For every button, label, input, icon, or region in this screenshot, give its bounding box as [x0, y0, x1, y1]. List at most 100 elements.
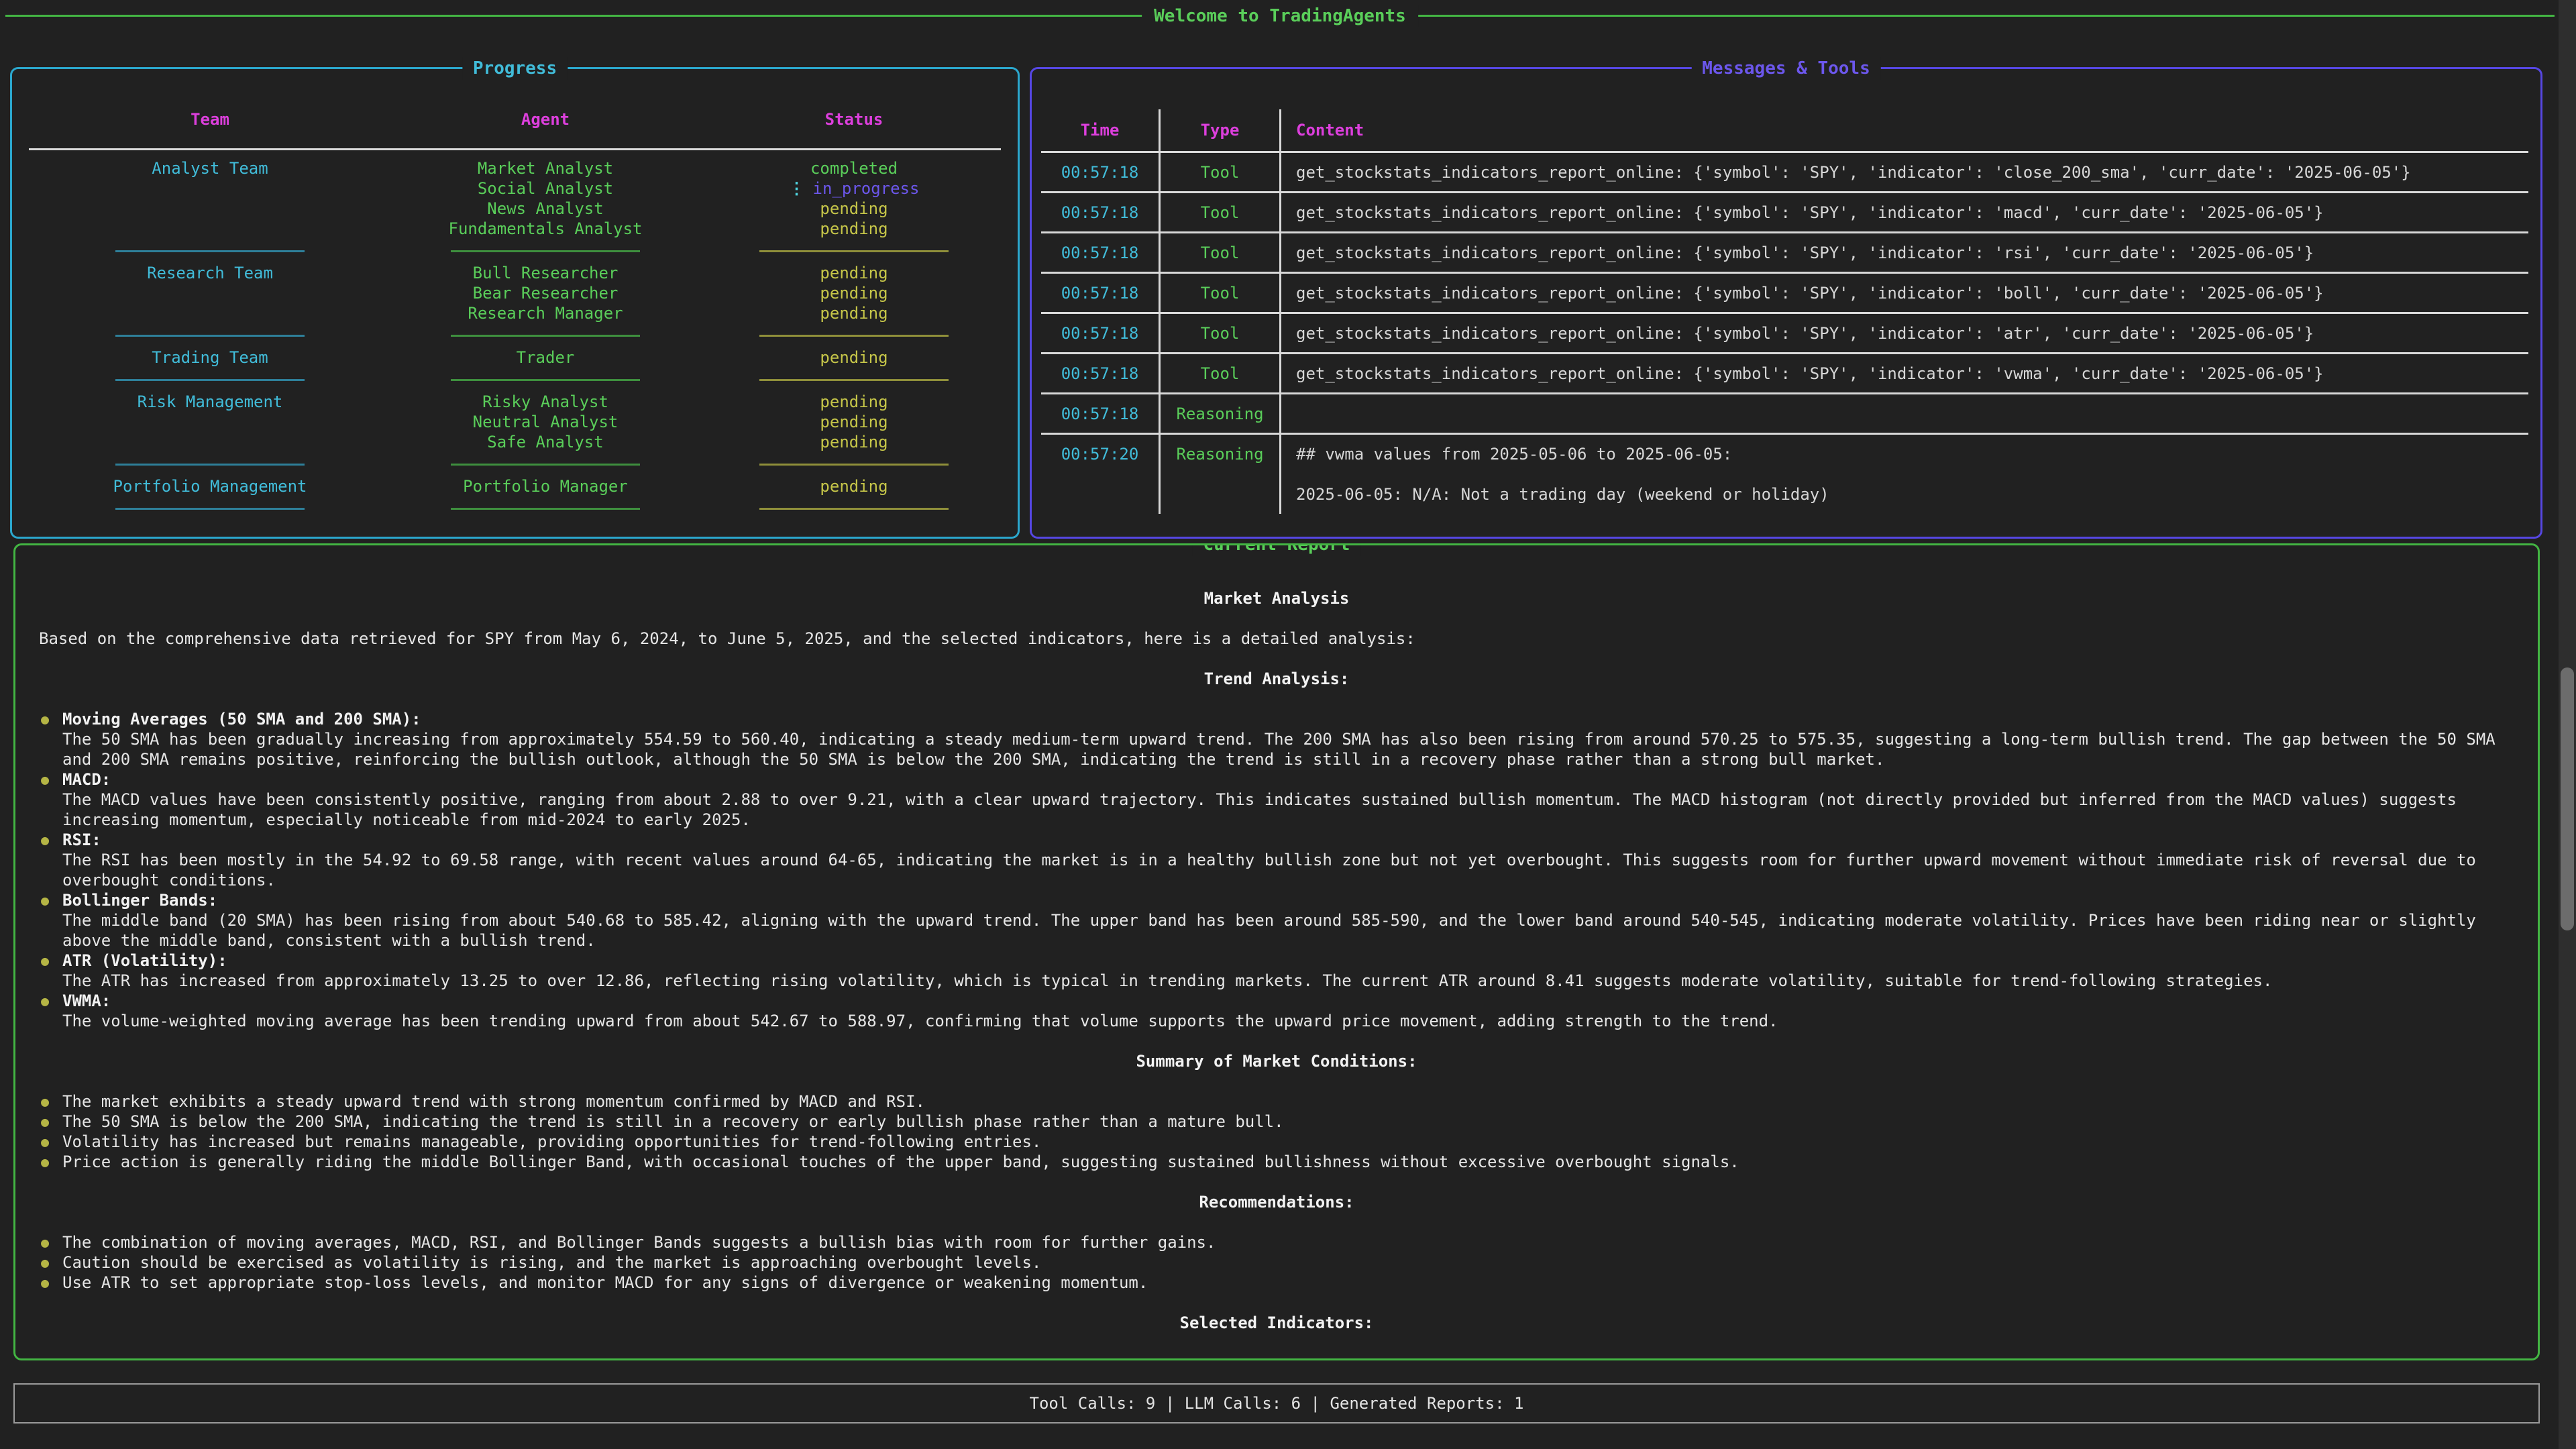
message-row: 00:57:18Toolget_stockstats_indicators_re… — [1041, 153, 2528, 193]
type-cell: Tool — [1161, 274, 1281, 312]
agent-name: Social Analyst — [478, 178, 613, 199]
bullet-text: The volume-weighted moving average has b… — [62, 1011, 2514, 1031]
separator-column — [391, 464, 700, 466]
type-cell: Tool — [1161, 153, 1281, 191]
section-heading: Selected Indicators: — [39, 1313, 2514, 1333]
bullet-text: Volatility has increased but remains man… — [62, 1132, 2514, 1152]
scrollbar-track[interactable] — [2559, 0, 2576, 1449]
bullet-term: MACD: — [62, 769, 2514, 790]
status-badge: pending — [820, 347, 888, 368]
message-row: 00:57:18Toolget_stockstats_indicators_re… — [1041, 274, 2528, 314]
bullet-icon: ● — [41, 769, 49, 790]
agent-name: Safe Analyst — [487, 432, 603, 452]
team-name: Risk Management — [138, 392, 283, 412]
time-value: 00:57:18 — [1061, 203, 1139, 223]
content-cell: get_stockstats_indicators_report_online:… — [1281, 153, 2528, 191]
bullet-text: Use ATR to set appropriate stop-loss lev… — [62, 1273, 2514, 1293]
status-badge: pending — [820, 199, 888, 219]
team-column: Risk Management — [29, 392, 391, 412]
bullet-item: ●The market exhibits a steady upward tre… — [39, 1091, 2514, 1112]
bullet-item: ●Use ATR to set appropriate stop-loss le… — [39, 1273, 2514, 1293]
agent-name: Portfolio Manager — [463, 476, 628, 496]
type-value: Tool — [1201, 364, 1240, 384]
column-header-time: Time — [1081, 120, 1120, 140]
separator-column — [29, 335, 391, 337]
status-badge: pending — [820, 303, 888, 323]
time-value: 00:57:20 — [1061, 444, 1139, 464]
bullet-item: ●Moving Averages (50 SMA and 200 SMA):Th… — [39, 709, 2514, 769]
type-value: Reasoning — [1176, 404, 1263, 424]
status-badge: pending — [820, 432, 888, 452]
team-column: Research Team — [29, 263, 391, 283]
bullet-list: ●The combination of moving averages, MAC… — [39, 1232, 2514, 1293]
bullet-text: Price action is generally riding the mid… — [62, 1152, 2514, 1172]
status-badge: ⋮in_progress — [789, 178, 920, 199]
time-cell: 00:57:18 — [1041, 193, 1161, 231]
status-column: completed⋮in_progresspendingpending — [700, 158, 1008, 239]
report-intro: Based on the comprehensive data retrieve… — [39, 629, 2514, 649]
scrollbar-thumb[interactable] — [2561, 667, 2574, 930]
team-name: Portfolio Management — [113, 476, 307, 496]
type-cell: Tool — [1161, 233, 1281, 272]
agent-column: Market AnalystSocial AnalystNews Analyst… — [391, 158, 700, 239]
progress-table-header: Team Agent Status — [29, 109, 1001, 150]
type-value: Tool — [1201, 243, 1240, 263]
status-label: in_progress — [813, 178, 920, 199]
team-section: Risk ManagementRisky AnalystNeutral Anal… — [29, 392, 1001, 452]
bullet-item: ●Caution should be exercised as volatili… — [39, 1252, 2514, 1273]
separator-line — [451, 335, 640, 337]
progress-table: Team Agent Status Analyst Team Market Ana… — [12, 109, 1018, 521]
time-value: 00:57:18 — [1061, 323, 1139, 343]
status-column: pending — [700, 347, 1008, 368]
message-row: 00:57:20 Reasoning ## vwma values from 202… — [1041, 435, 2528, 514]
bullet-list: ● Moving Averages (50 SMA and 200 SMA): Th… — [39, 709, 2514, 1031]
progress-table-body: Analyst Team Market AnalystSocial Analyst… — [12, 150, 1018, 521]
status-label: completed — [810, 158, 898, 178]
status-badge: pending — [820, 392, 888, 412]
bullet-item: ●Volatility has increased but remains ma… — [39, 1132, 2514, 1152]
welcome-rule: Welcome to TradingAgents — [5, 15, 2555, 17]
bullet-text: The RSI has been mostly in the 54.92 to … — [62, 850, 2514, 890]
stats-footer: Tool Calls: 9 | LLM Calls: 6 | Generated… — [13, 1383, 2540, 1424]
bullet-text: The combination of moving averages, MACD… — [62, 1232, 2514, 1252]
time-cell: 00:57:18 — [1041, 314, 1161, 352]
type-cell: Reasoning — [1161, 435, 1281, 514]
type-cell: Reasoning — [1161, 394, 1281, 433]
content-line: ## vwma values from 2025-05-06 to 2025-0… — [1296, 444, 2528, 464]
type-cell: Tool — [1161, 354, 1281, 392]
bullet-term: Moving Averages (50 SMA and 200 SMA): — [62, 709, 2514, 729]
separator-line — [759, 508, 949, 510]
team-name: Analyst Team — [152, 158, 268, 178]
bullet-item: ●VWMA:The volume-weighted moving average… — [39, 991, 2514, 1031]
status-label: pending — [820, 392, 888, 412]
status-label: pending — [820, 432, 888, 452]
time-cell: 00:57:18 — [1041, 394, 1161, 433]
separator-column — [700, 464, 1008, 466]
message-row: 00:57:18 Reasoning — [1041, 394, 2528, 435]
type-value: Tool — [1201, 162, 1240, 182]
message-row: 00:57:18Toolget_stockstats_indicators_re… — [1041, 193, 2528, 233]
team-section: Trading TeamTraderpending — [29, 347, 1001, 368]
status-label: pending — [820, 347, 888, 368]
message-row: 00:57:18Toolget_stockstats_indicators_re… — [1041, 354, 2528, 394]
agent-column: Trader — [391, 347, 700, 368]
message-row: 00:57:18Toolget_stockstats_indicators_re… — [1041, 233, 2528, 274]
type-value: Reasoning — [1176, 444, 1263, 464]
status-label: pending — [820, 199, 888, 219]
status-badge: pending — [820, 476, 888, 496]
bullet-text: The market exhibits a steady upward tren… — [62, 1091, 2514, 1112]
section-separator — [29, 368, 1001, 392]
bullet-icon: ● — [41, 890, 49, 910]
column-header-agent: Agent — [391, 109, 700, 129]
team-column: Analyst Team — [29, 158, 391, 178]
separator-line — [115, 464, 305, 466]
bullet-item: ●ATR (Volatility):The ATR has increased … — [39, 951, 2514, 991]
section-separator — [29, 496, 1001, 521]
content-line — [1296, 464, 2528, 484]
separator-column — [391, 508, 700, 510]
team-section: Research TeamBull ResearcherBear Researc… — [29, 263, 1001, 323]
type-cell: Tool — [1161, 314, 1281, 352]
bullet-text: The middle band (20 SMA) has been rising… — [62, 910, 2514, 951]
separator-line — [759, 379, 949, 381]
bullet-text: The 50 SMA is below the 200 SMA, indicat… — [62, 1112, 2514, 1132]
